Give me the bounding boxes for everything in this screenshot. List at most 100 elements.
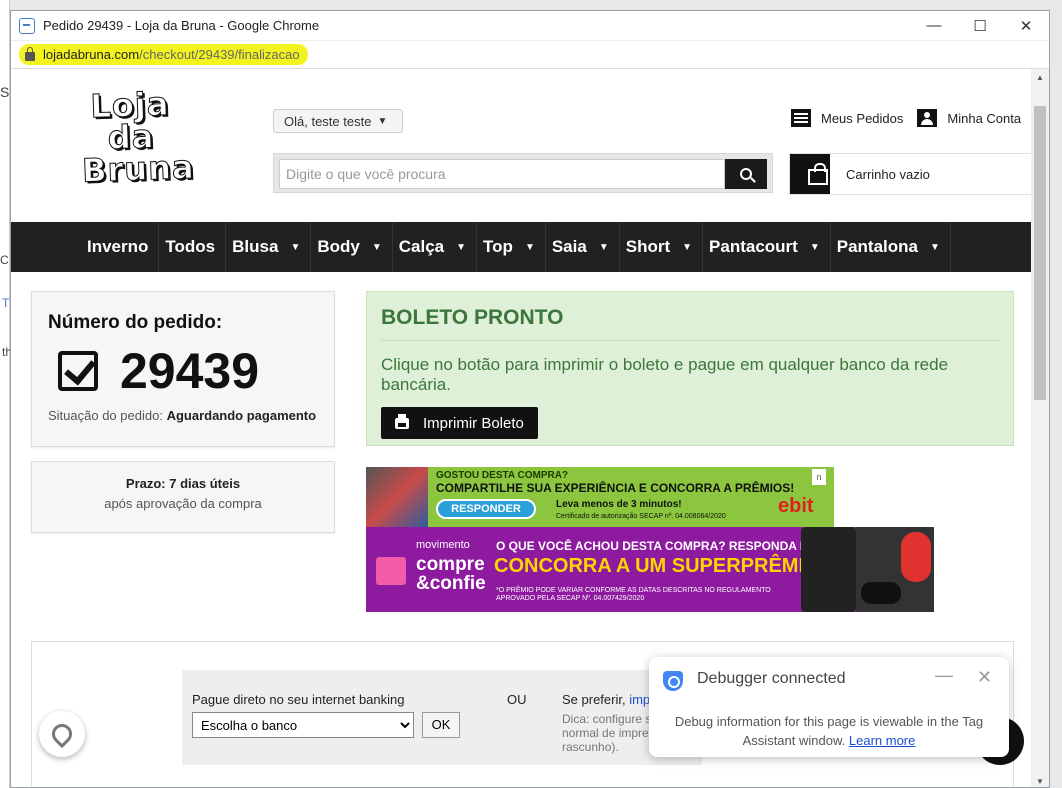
browser-window: Pedido 29439 - Loja da Bruna - Google Ch…	[10, 10, 1050, 788]
nav-item-pantacourt[interactable]: Pantacourt ▼	[703, 222, 831, 272]
phone-image	[801, 527, 856, 612]
bank-label: Pague direto no seu internet banking	[192, 692, 405, 707]
deadline-note: após aprovação da compra	[104, 496, 262, 511]
background-window-edge: Sc C T th	[0, 0, 16, 788]
minimize-button[interactable]: —	[911, 11, 957, 40]
lock-icon	[25, 46, 35, 61]
search-bar	[273, 153, 773, 193]
chevron-down-icon: ▼	[524, 241, 535, 253]
deadline-line: Prazo: 7 dias úteis	[32, 474, 334, 494]
boleto-description: Clique no botão para imprimir o boleto e…	[381, 355, 949, 394]
url-path: /checkout/29439/finalizacao	[139, 47, 300, 62]
deadline-label: Prazo:	[125, 476, 166, 491]
bank-ok-button[interactable]: OK	[422, 712, 460, 738]
my-orders-label: Meus Pedidos	[821, 110, 904, 126]
scroll-up-arrow-icon[interactable]: ▲	[1031, 69, 1049, 85]
learn-more-link[interactable]: Learn more	[849, 733, 915, 748]
chevron-down-icon: ▼	[371, 241, 382, 253]
cc-confie: &confie	[416, 573, 486, 594]
ebit-survey-banner[interactable]: GOSTOU DESTA COMPRA? COMPARTILHE SUA EXP…	[366, 467, 834, 527]
shopping-bag-icon	[376, 557, 406, 585]
page-viewport: Loja da Bruna Olá, teste teste ▼ Meus Pe…	[11, 69, 1033, 787]
chevron-down-icon: ▼	[809, 241, 820, 253]
logo-line: Bruna	[81, 147, 196, 190]
nav-item-calca[interactable]: Calça ▼	[393, 222, 478, 272]
user-icon	[917, 109, 938, 127]
cart-widget[interactable]: Carrinho vazio	[789, 153, 1033, 195]
address-bar[interactable]: lojadabruna.com /checkout/29439/finaliza…	[11, 41, 1049, 69]
wishlist-fab[interactable]	[39, 711, 85, 757]
nav-item-inverno[interactable]: Inverno	[81, 222, 160, 272]
ebit-line1: GOSTOU DESTA COMPRA?	[436, 470, 569, 481]
nav-item-todos[interactable]: Todos	[159, 222, 227, 272]
ebit-line4: Certificado de autorização SECAP nº. 04.…	[556, 513, 726, 520]
nav-item-blusa[interactable]: Blusa ▼	[226, 222, 312, 272]
nav-label: Todos	[165, 237, 216, 256]
respond-button[interactable]: RESPONDER	[436, 499, 536, 519]
nav-label: Calça	[398, 237, 445, 256]
nav-label: Saia	[551, 237, 587, 256]
nav-item-body[interactable]: Body ▼	[311, 222, 393, 272]
tag-assistant-icon	[663, 671, 683, 691]
cc-compre: compre	[416, 554, 485, 575]
search-input[interactable]	[279, 159, 725, 189]
debugger-body-text: Debug information for this page is viewa…	[674, 714, 984, 748]
search-icon	[740, 168, 752, 180]
url-domain: lojadabruna.com	[43, 47, 140, 62]
chevron-down-icon: ▼	[598, 241, 609, 253]
minimize-notification-button[interactable]: —	[935, 665, 953, 686]
chevron-down-icon: ▼	[929, 241, 940, 253]
category-nav: Inverno Todos Blusa ▼ Body ▼ Calça ▼ Top ▼ S…	[11, 222, 1033, 272]
close-button[interactable]: ✕	[1003, 11, 1049, 40]
cart-icon-box	[790, 154, 830, 194]
order-number-row: 29439	[48, 342, 318, 400]
user-greeting-dropdown[interactable]: Olá, teste teste ▼	[273, 109, 403, 133]
cart-status: Carrinho vazio	[846, 166, 930, 182]
cc-disclaimer: *O PRÊMIO PODE VARIAR CONFORME AS DATAS …	[496, 587, 771, 602]
scrollbar-thumb[interactable]	[1034, 106, 1046, 400]
store-logo[interactable]: Loja da Bruna	[79, 84, 196, 190]
order-number-label: Número do pedido:	[48, 312, 223, 333]
maximize-button[interactable]: ☐	[957, 11, 1003, 40]
nav-item-pantalona[interactable]: Pantalona ▼	[831, 222, 951, 272]
nav-label: Pantacourt	[709, 237, 798, 256]
cc-question: O QUE VOCÊ ACHOU DESTA COMPRA? RESPONDA …	[496, 539, 808, 553]
nav-label: Blusa	[232, 237, 279, 256]
debugger-title: Debugger connected	[697, 670, 846, 687]
boleto-alert: BOLETO PRONTO Clique no botão para impri…	[366, 291, 1014, 446]
background-text: T	[2, 296, 10, 310]
page-scrollbar[interactable]: ▲ ▼	[1031, 69, 1049, 787]
cc-headline: CONCORRA A UM SUPERPRÊMIO!	[494, 555, 827, 577]
list-icon	[791, 109, 811, 127]
products-image	[366, 467, 428, 527]
order-number-panel: Número do pedido: 29439 Situação do pedi…	[31, 291, 335, 447]
my-orders-link[interactable]: Meus Pedidos	[791, 109, 903, 127]
nav-label: Short	[625, 237, 671, 256]
nav-label: Body	[317, 237, 360, 256]
nav-item-saia[interactable]: Saia ▼	[546, 222, 620, 272]
search-button[interactable]	[725, 159, 767, 189]
chevron-down-icon: ▼	[290, 241, 301, 253]
or-label: OU	[507, 692, 527, 707]
bank-select[interactable]: Escolha o banco	[192, 712, 414, 738]
printer-icon	[395, 413, 409, 429]
ebit-logo-e: e	[778, 495, 790, 517]
chevron-down-icon: ▼	[456, 241, 467, 253]
my-account-link[interactable]: Minha Conta	[917, 109, 1021, 127]
checkbox-checked-icon	[58, 351, 98, 391]
compre-confie-banner[interactable]: movimento compre &confie O QUE VOCÊ ACHO…	[366, 527, 934, 612]
nav-item-top[interactable]: Top ▼	[477, 222, 546, 272]
cc-logo: compre &confie	[416, 555, 486, 593]
my-account-label: Minha Conta	[947, 110, 1022, 126]
order-status-label: Situação do pedido:	[48, 408, 163, 423]
ebit-line2: COMPARTILHE SUA EXPERIÊNCIA E CONCORRA A…	[436, 481, 795, 495]
order-number: 29439	[120, 343, 260, 399]
close-notification-button[interactable]: ✕	[977, 667, 992, 688]
print-boleto-button[interactable]: Imprimir Boleto	[381, 407, 538, 439]
nav-label: Pantalona	[836, 237, 918, 256]
account-links: Meus Pedidos Minha Conta	[791, 109, 1021, 127]
scroll-down-arrow-icon[interactable]: ▼	[1031, 773, 1049, 787]
nav-item-short[interactable]: Short ▼	[620, 222, 704, 272]
print-boleto-label: Imprimir Boleto	[423, 414, 524, 432]
url-display[interactable]: lojadabruna.com /checkout/29439/finaliza…	[19, 44, 308, 65]
